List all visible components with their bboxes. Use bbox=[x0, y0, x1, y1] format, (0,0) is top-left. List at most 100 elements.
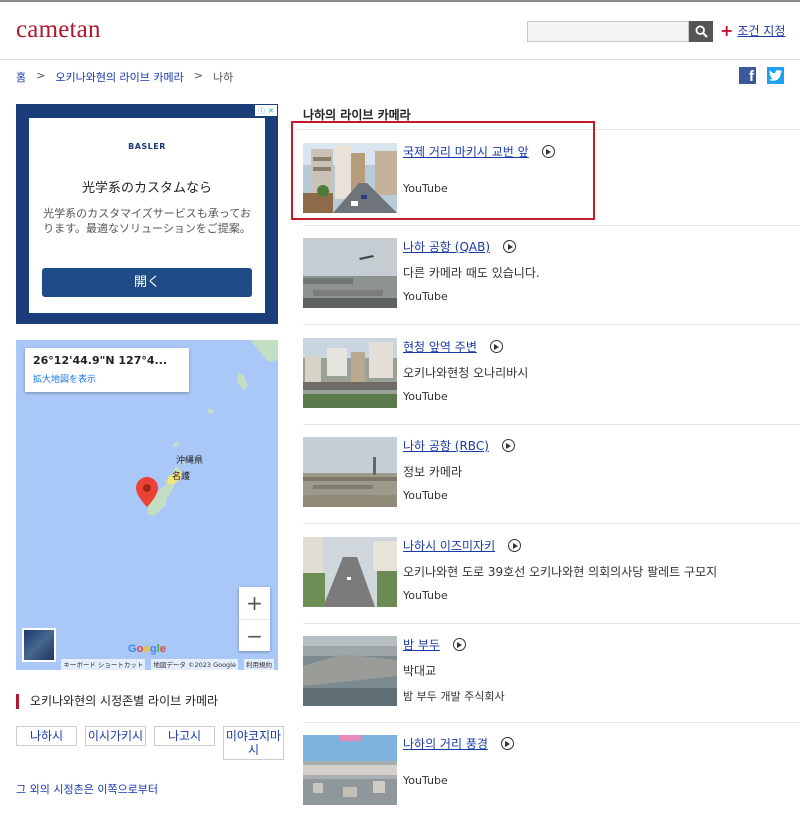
map-coordinates: 26°12'44.9"N 127°4... bbox=[33, 354, 168, 367]
play-icon[interactable] bbox=[508, 539, 522, 552]
camera-description: 다른 카메라 때도 있습니다. bbox=[403, 266, 540, 280]
google-logo: Google bbox=[128, 643, 166, 655]
camera-title-link[interactable]: 나하시 이즈미자키 bbox=[403, 537, 717, 554]
list-divider bbox=[303, 623, 800, 624]
camera-thumbnail[interactable] bbox=[303, 338, 397, 408]
camera-thumbnail[interactable] bbox=[303, 636, 397, 706]
camera-list-item[interactable]: 밤 부두 박대교 밤 부두 개발 주식회사 bbox=[303, 636, 800, 706]
municipality-button[interactable]: 나고시 bbox=[154, 726, 215, 746]
list-divider bbox=[303, 324, 800, 325]
camera-title-link[interactable]: 나하 공항 (QAB) bbox=[403, 238, 540, 255]
map-label-city: 名護 bbox=[172, 472, 191, 482]
municipality-button[interactable]: 나하시 bbox=[16, 726, 77, 746]
camera-list-item[interactable]: 나하시 이즈미자키 오키나와현 도로 39호선 오키나와현 의회의사당 팔레트 … bbox=[303, 537, 800, 607]
keyboard-shortcuts-link[interactable]: キーボード ショートカット bbox=[61, 659, 146, 670]
camera-title: 나하 공항 (RBC) bbox=[403, 439, 489, 453]
camera-title: 밤 부두 bbox=[403, 638, 440, 652]
twitter-icon[interactable] bbox=[767, 67, 784, 84]
breadcrumb: 홈 > 오키나와현의 라이브 카메라 > 나하 bbox=[16, 69, 233, 85]
municipality-button[interactable]: 미야코지마시 bbox=[223, 726, 284, 760]
terms-link[interactable]: 利用規約 bbox=[244, 659, 274, 670]
map-label-prefecture: 沖縄県 bbox=[176, 456, 204, 466]
ad-title: 光学系のカスタムなら bbox=[81, 181, 212, 196]
zoom-in-button[interactable]: + bbox=[239, 587, 270, 619]
camera-title: 현청 앞역 주변 bbox=[403, 340, 477, 354]
camera-title-link[interactable]: 밤 부두 bbox=[403, 636, 505, 653]
camera-description: 정보 카메라 bbox=[403, 465, 463, 479]
play-icon[interactable] bbox=[489, 340, 503, 353]
camera-thumbnail[interactable] bbox=[303, 437, 397, 507]
camera-thumbnail[interactable] bbox=[303, 537, 397, 607]
camera-title: 나하의 거리 풍경 bbox=[403, 737, 488, 751]
camera-source: YouTube bbox=[403, 489, 448, 502]
breadcrumb-separator: > bbox=[36, 69, 46, 82]
camera-source: YouTube bbox=[403, 774, 448, 787]
map-pin-icon[interactable] bbox=[136, 477, 158, 507]
camera-source: 밤 부두 개발 주식회사 bbox=[403, 690, 505, 703]
municipality-button[interactable]: 이시가키시 bbox=[85, 726, 146, 746]
map-footer: キーボード ショートカット 地図データ ©2023 Google 利用規約 bbox=[16, 659, 278, 670]
camera-info: 밤 부두 박대교 밤 부두 개발 주식회사 bbox=[403, 636, 505, 704]
camera-info: 나하 공항 (RBC) 정보 카메라 YouTube bbox=[403, 437, 515, 502]
camera-title-link[interactable]: 나하 공항 (RBC) bbox=[403, 437, 515, 454]
header-divider bbox=[0, 59, 800, 60]
map-embed[interactable]: 沖縄県 名護 26°12'44.9"N 127°4... 拡大地図を表示 + −… bbox=[16, 340, 278, 670]
ad-brand-logo: BASLER bbox=[128, 142, 166, 151]
condition-link[interactable]: + 조건 지정 bbox=[720, 22, 785, 39]
camera-thumbnail[interactable] bbox=[303, 735, 397, 805]
play-icon[interactable] bbox=[500, 737, 514, 750]
list-divider bbox=[303, 523, 800, 524]
search-button[interactable] bbox=[689, 21, 713, 42]
play-icon[interactable] bbox=[452, 638, 466, 651]
map-data-credit: 地図データ ©2023 Google bbox=[151, 659, 238, 670]
list-divider bbox=[303, 424, 800, 425]
zoom-out-button[interactable]: − bbox=[239, 619, 270, 651]
camera-description: 박대교 bbox=[403, 664, 437, 678]
camera-list-item[interactable]: 나하의 거리 풍경 YouTube bbox=[303, 735, 800, 805]
ad-body: 光学系のカスタマイズサービスも承っております。最適なソリューションをご提案。 bbox=[43, 207, 251, 235]
breadcrumb-home[interactable]: 홈 bbox=[16, 69, 26, 85]
zoom-controls: + − bbox=[239, 587, 270, 651]
facebook-icon[interactable]: f bbox=[739, 67, 756, 85]
ad-choices-icon[interactable]: ⓘ ✕ bbox=[255, 105, 277, 116]
play-icon[interactable] bbox=[503, 240, 517, 253]
camera-title: 나하 공항 (QAB) bbox=[403, 240, 491, 254]
camera-source: YouTube bbox=[403, 390, 448, 403]
breadcrumb-separator: > bbox=[193, 69, 203, 82]
camera-source: YouTube bbox=[403, 290, 448, 303]
list-divider bbox=[303, 722, 800, 723]
camera-description: 오키나와현 도로 39호선 오키나와현 의회의사당 팔레트 구모지 bbox=[403, 565, 718, 579]
camera-list-item[interactable]: 현청 앞역 주변 오키나와현청 오나리바시 YouTube bbox=[303, 338, 800, 408]
camera-info: 나하의 거리 풍경 YouTube bbox=[403, 735, 514, 787]
camera-thumbnail[interactable] bbox=[303, 238, 397, 308]
other-municipalities-link[interactable]: 그 외의 시정촌은 이쪽으로부터 bbox=[16, 781, 158, 797]
map-info-card: 26°12'44.9"N 127°4... 拡大地図を表示 bbox=[25, 348, 189, 392]
camera-title-link[interactable]: 나하의 거리 풍경 bbox=[403, 735, 514, 752]
condition-label: 조건 지정 bbox=[737, 24, 786, 38]
breadcrumb-current: 나하 bbox=[213, 71, 234, 84]
camera-list-item[interactable]: 나하 공항 (RBC) 정보 카메라 YouTube bbox=[303, 437, 800, 507]
ad-open-button[interactable]: 開く bbox=[42, 268, 252, 297]
plus-icon: + bbox=[720, 20, 734, 40]
camera-info: 현청 앞역 주변 오키나와현청 오나리바시 YouTube bbox=[403, 338, 528, 403]
site-logo[interactable]: cametan bbox=[16, 16, 101, 44]
search-icon bbox=[694, 25, 708, 38]
play-icon[interactable] bbox=[501, 439, 515, 452]
camera-info: 나하 공항 (QAB) 다른 카메라 때도 있습니다. YouTube bbox=[403, 238, 540, 303]
view-larger-map-link[interactable]: 拡大地図を表示 bbox=[33, 372, 181, 385]
ad-banner[interactable]: ⓘ ✕ BASLER 光学系のカスタムなら 光学系のカスタマイズサービスも承ってお… bbox=[16, 104, 278, 324]
breadcrumb-prefecture[interactable]: 오키나와현의 라이브 카메라 bbox=[55, 69, 183, 85]
satellite-toggle[interactable] bbox=[22, 628, 56, 662]
search-input[interactable] bbox=[527, 21, 689, 42]
camera-title: 나하시 이즈미자키 bbox=[403, 539, 496, 553]
ad-card: BASLER 光学系のカスタムなら 光学系のカスタマイズサービスも承っております… bbox=[29, 118, 265, 313]
list-divider bbox=[303, 225, 800, 226]
municipality-buttons: 나하시 이시가키시 나고시 미야코지마시 bbox=[16, 726, 284, 760]
camera-title-link[interactable]: 현청 앞역 주변 bbox=[403, 338, 528, 355]
camera-description: 오키나와현청 오나리바시 bbox=[403, 366, 529, 380]
search-box bbox=[527, 21, 713, 42]
camera-info: 나하시 이즈미자키 오키나와현 도로 39호선 오키나와현 의회의사당 팔레트 … bbox=[403, 537, 717, 602]
camera-list-item[interactable]: 나하 공항 (QAB) 다른 카메라 때도 있습니다. YouTube bbox=[303, 238, 800, 308]
camera-source: YouTube bbox=[403, 589, 448, 602]
highlight-box bbox=[291, 121, 595, 220]
